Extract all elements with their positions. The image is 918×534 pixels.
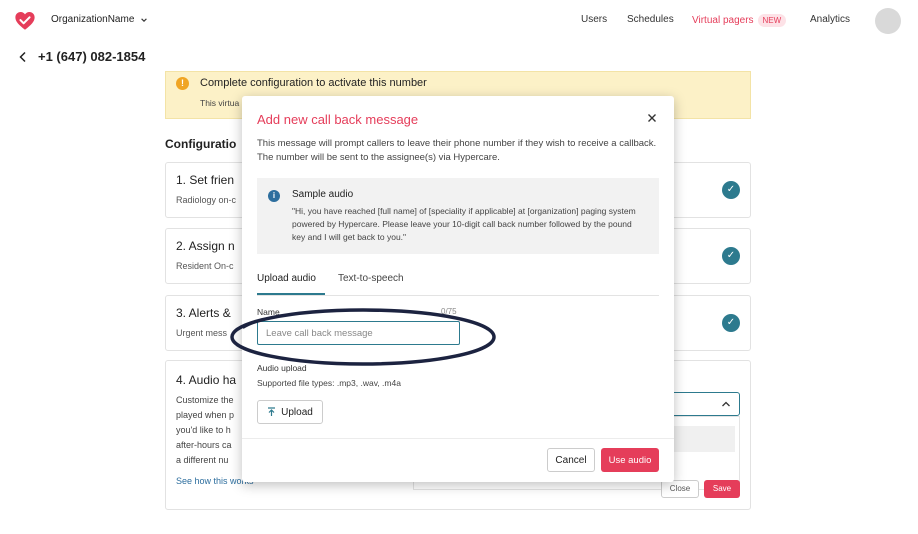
- nav-users[interactable]: Users: [581, 14, 607, 25]
- nav-analytics[interactable]: Analytics: [810, 14, 850, 25]
- supported-file-types: Supported file types: .mp3, .wav, .m4a: [257, 378, 401, 388]
- card-title: 4. Audio ha: [176, 373, 237, 387]
- card-description-line: you'd like to h: [176, 425, 231, 435]
- upload-label: Upload: [281, 406, 313, 418]
- bg-save-button[interactable]: Save: [704, 480, 740, 498]
- nav-schedules[interactable]: Schedules: [627, 14, 674, 25]
- chevron-up-icon: [722, 401, 730, 407]
- modal-footer-divider: [242, 438, 674, 439]
- configuration-title: Configuratio: [165, 137, 237, 151]
- chevron-down-icon: [141, 17, 148, 22]
- tab-upload-audio[interactable]: Upload audio: [257, 273, 316, 284]
- banner-subtitle: This virtua: [200, 98, 240, 108]
- check-icon: ✓: [722, 314, 740, 332]
- card-subtitle: Urgent mess: [176, 328, 228, 338]
- tab-text-to-speech[interactable]: Text-to-speech: [338, 273, 404, 284]
- hypercare-logo-icon[interactable]: [14, 10, 36, 32]
- sample-audio-text: "Hi, you have reached [full name] of [sp…: [292, 206, 636, 242]
- back-arrow-icon[interactable]: [18, 51, 28, 63]
- check-icon: ✓: [722, 181, 740, 199]
- card-description-line: Customize the: [176, 395, 234, 405]
- warning-icon: !: [176, 77, 189, 90]
- upload-icon: [268, 407, 276, 416]
- org-switcher[interactable]: OrganizationName: [51, 14, 148, 25]
- card-description-line: played when p: [176, 410, 235, 420]
- info-icon: i: [268, 190, 280, 202]
- modal-title: Add new call back message: [257, 112, 419, 127]
- upload-button[interactable]: Upload: [257, 400, 323, 424]
- card-description-line: a different nu: [176, 455, 229, 465]
- modal-description: This message will prompt callers to leav…: [257, 138, 657, 163]
- use-audio-button[interactable]: Use audio: [601, 448, 659, 472]
- active-tab-indicator: [257, 293, 325, 295]
- bg-close-button[interactable]: Close: [661, 480, 699, 498]
- org-name: OrganizationName: [51, 14, 135, 25]
- nav-virtual-pagers-label: Virtual pagers: [692, 15, 754, 26]
- nav-virtual-pagers[interactable]: Virtual pagers NEW: [692, 14, 787, 27]
- close-icon[interactable]: [647, 113, 657, 123]
- card-title: 1. Set frien: [176, 173, 235, 187]
- add-callback-modal: Add new call back message This message w…: [242, 96, 674, 482]
- page-title: +1 (647) 082-1854: [38, 49, 146, 64]
- sample-audio-title: Sample audio: [292, 189, 354, 200]
- check-icon: ✓: [722, 247, 740, 265]
- card-subtitle: Resident On-c: [176, 261, 234, 271]
- card-title: 2. Assign n: [176, 239, 235, 253]
- annotation-ellipse: [230, 308, 496, 366]
- new-badge: NEW: [757, 14, 787, 27]
- card-description-line: after-hours ca: [176, 440, 232, 450]
- top-nav: OrganizationName Users Schedules Virtual…: [0, 0, 918, 40]
- avatar[interactable]: [875, 8, 901, 34]
- cancel-button[interactable]: Cancel: [547, 448, 595, 472]
- page-header: +1 (647) 082-1854: [18, 49, 145, 64]
- banner-title: Complete configuration to activate this …: [200, 77, 427, 89]
- card-subtitle: Radiology on-c: [176, 195, 237, 205]
- card-title: 3. Alerts &: [176, 306, 231, 320]
